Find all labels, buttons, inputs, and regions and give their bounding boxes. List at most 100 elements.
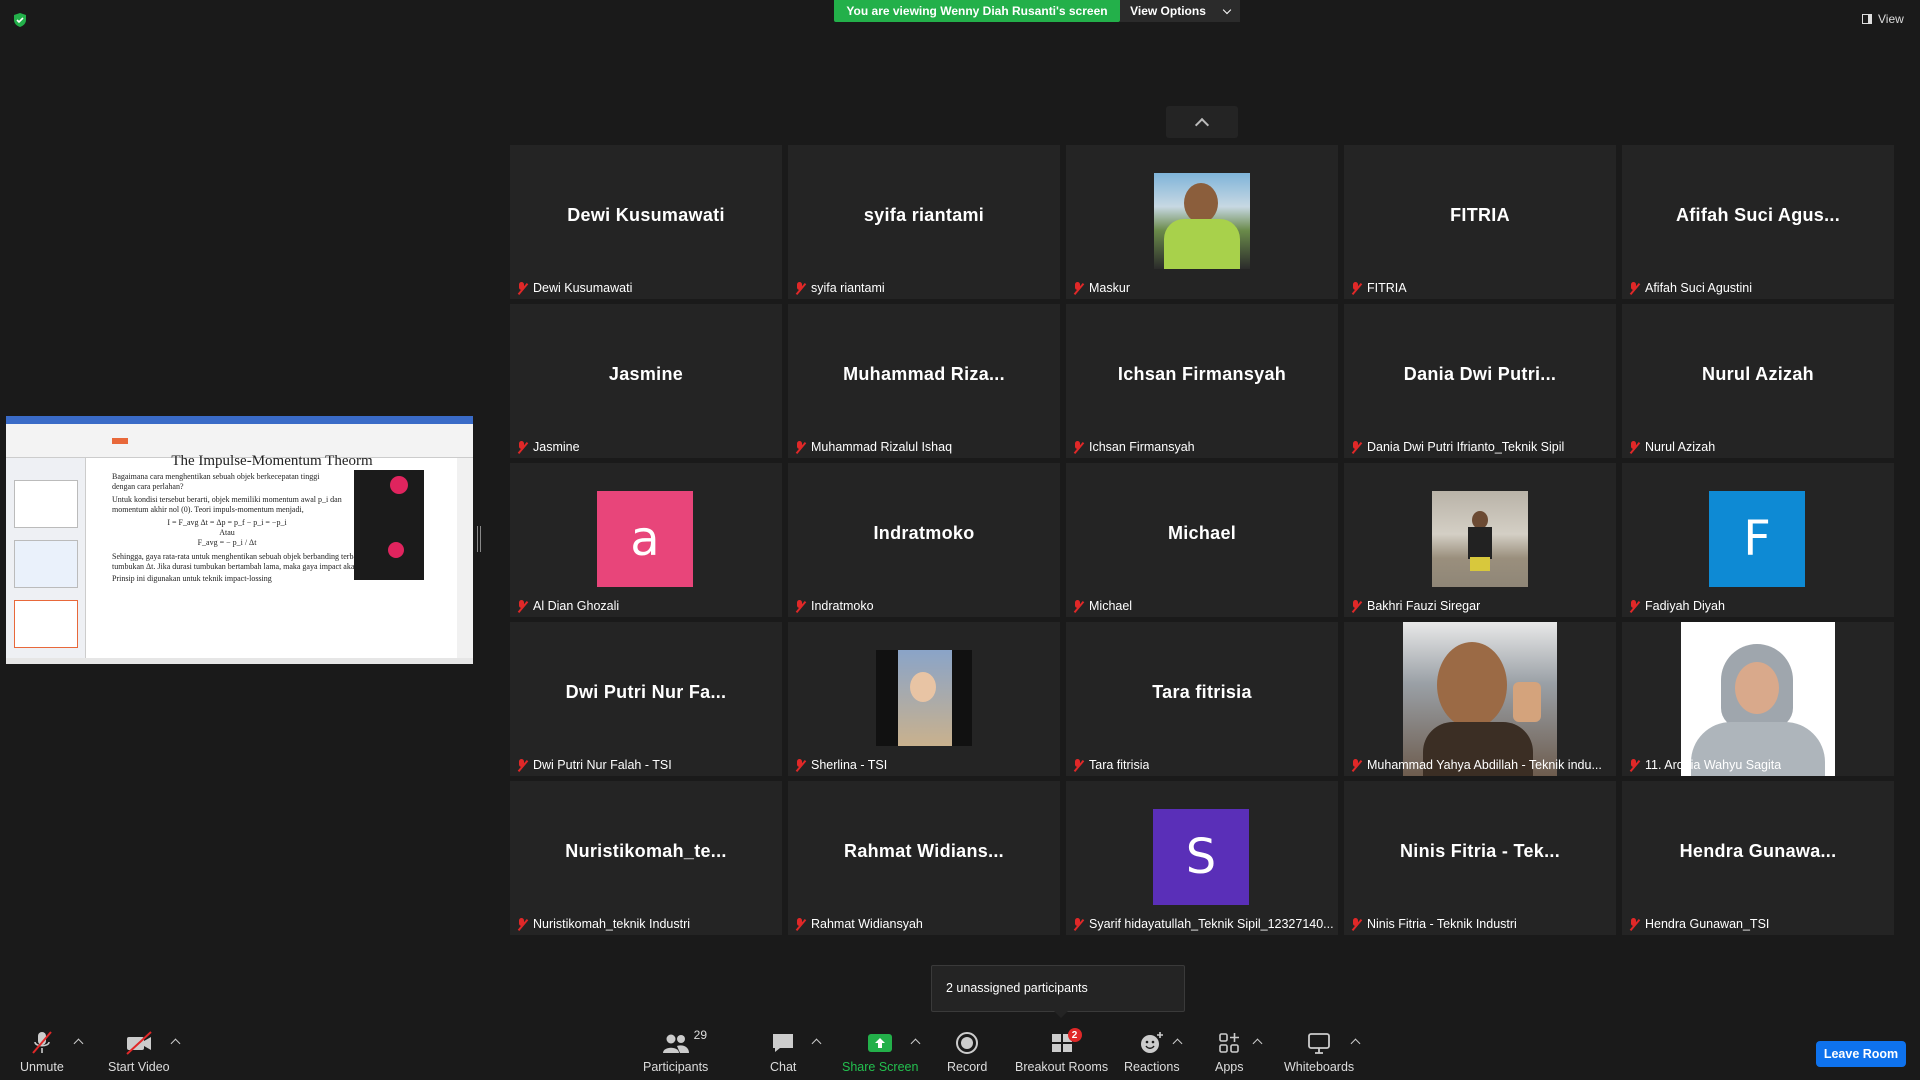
participant-name: Rahmat Widiansyah bbox=[811, 917, 923, 931]
participant-display-name: Jasmine bbox=[608, 364, 684, 384]
participant-tile[interactable]: Rahmat Widians... Rahmat Widiansyah bbox=[788, 781, 1060, 935]
participant-name: Fadiyah Diyah bbox=[1645, 599, 1725, 613]
shared-screen[interactable]: The Impulse-Momentum Theorm Bagaimana ca… bbox=[6, 416, 473, 664]
participant-display-name: Ichsan Firmansyah bbox=[1117, 364, 1287, 384]
participant-tile[interactable]: Indratmoko Indratmoko bbox=[788, 463, 1060, 617]
participant-tile[interactable]: Tara fitrisia Tara fitrisia bbox=[1066, 622, 1338, 776]
participant-tile[interactable]: Sherlina - TSI bbox=[788, 622, 1060, 776]
participant-tile[interactable]: Dwi Putri Nur Fa... Dwi Putri Nur Falah -… bbox=[510, 622, 782, 776]
whiteboard-icon bbox=[1306, 1030, 1332, 1056]
unmute-button[interactable]: Unmute bbox=[20, 1030, 64, 1074]
participants-button[interactable]: 29 Participants bbox=[643, 1028, 708, 1074]
participant-name-label: Syarif hidayatullah_Teknik Sipil_1232714… bbox=[1072, 915, 1334, 933]
participant-tile[interactable]: syifa riantami syifa riantami bbox=[788, 145, 1060, 299]
participant-name-label: Nurul Azizah bbox=[1628, 438, 1715, 456]
viewing-screen-banner: You are viewing Wenny Diah Rusanti's scr… bbox=[834, 0, 1120, 22]
chevron-up-icon bbox=[1194, 117, 1210, 133]
chat-button[interactable]: Chat bbox=[770, 1030, 796, 1074]
slide-thumbnails bbox=[6, 458, 86, 658]
view-button[interactable]: View bbox=[1862, 12, 1904, 26]
muted-mic-icon bbox=[1350, 758, 1362, 772]
participant-tile[interactable]: Nurul Azizah Nurul Azizah bbox=[1622, 304, 1894, 458]
participant-tile[interactable]: a Al Dian Ghozali bbox=[510, 463, 782, 617]
reactions-icon bbox=[1139, 1030, 1165, 1056]
participant-name-label: Dwi Putri Nur Falah - TSI bbox=[516, 756, 672, 774]
breakout-rooms-button[interactable]: 2 Breakout Rooms bbox=[1015, 1028, 1109, 1074]
whiteboards-button[interactable]: Whiteboards bbox=[1284, 1030, 1354, 1074]
slide-title: The Impulse-Momentum Theorm bbox=[171, 453, 373, 469]
participant-video bbox=[1432, 491, 1528, 587]
apps-button[interactable]: Apps bbox=[1215, 1030, 1244, 1074]
participant-name-label: Ichsan Firmansyah bbox=[1072, 438, 1195, 456]
view-options-button[interactable]: View Options bbox=[1120, 0, 1240, 22]
participant-tile[interactable]: Nuristikomah_te... Nuristikomah_teknik In… bbox=[510, 781, 782, 935]
participant-tile[interactable]: Dewi Kusumawati Dewi Kusumawati bbox=[510, 145, 782, 299]
participant-tile[interactable]: Ichsan Firmansyah Ichsan Firmansyah bbox=[1066, 304, 1338, 458]
participant-tile[interactable]: Dania Dwi Putri... Dania Dwi Putri Ifrian… bbox=[1344, 304, 1616, 458]
participant-name: Tara fitrisia bbox=[1089, 758, 1150, 772]
participant-name-label: Hendra Gunawan_TSI bbox=[1628, 915, 1769, 933]
participant-tile[interactable]: Jasmine Jasmine bbox=[510, 304, 782, 458]
reactions-button[interactable]: Reactions bbox=[1124, 1030, 1180, 1074]
participant-tile[interactable]: FITRIA FITRIA bbox=[1344, 145, 1616, 299]
participant-name: Sherlina - TSI bbox=[811, 758, 888, 772]
record-button[interactable]: Record bbox=[947, 1030, 987, 1074]
participant-name: Maskur bbox=[1089, 281, 1130, 295]
muted-mic-icon bbox=[1628, 758, 1640, 772]
muted-mic-icon bbox=[516, 281, 528, 295]
participant-name: Hendra Gunawan_TSI bbox=[1645, 917, 1770, 931]
slide-equation: F_avg = − p_i / Δt bbox=[197, 538, 257, 547]
participant-tile[interactable]: 11. Ardhia Wahyu Sagita bbox=[1622, 622, 1894, 776]
breakout-rooms-label: Breakout Rooms bbox=[1015, 1060, 1109, 1074]
participant-tile[interactable]: F Fadiyah Diyah bbox=[1622, 463, 1894, 617]
participant-name-label: Dania Dwi Putri Ifrianto_Teknik Sipil bbox=[1350, 438, 1564, 456]
view-label: View bbox=[1878, 12, 1904, 26]
participant-name-label: Muhammad Rizalul Ishaq bbox=[794, 438, 952, 456]
participant-video bbox=[1403, 622, 1557, 776]
record-label: Record bbox=[947, 1060, 988, 1074]
muted-mic-icon bbox=[1628, 917, 1640, 931]
participant-name: Bakhri Fauzi Siregar bbox=[1367, 599, 1481, 613]
muted-mic-icon bbox=[1350, 917, 1362, 931]
leave-room-button[interactable]: Leave Room bbox=[1816, 1041, 1906, 1067]
chevron-down-icon bbox=[1222, 5, 1232, 14]
muted-mic-icon bbox=[794, 599, 806, 613]
slide-thumbnail bbox=[14, 480, 78, 528]
participant-video bbox=[1681, 622, 1835, 776]
participant-tile[interactable]: Muhammad Riza... Muhammad Rizalul Ishaq bbox=[788, 304, 1060, 458]
participant-display-name: Michael bbox=[1167, 523, 1237, 543]
muted-mic-icon bbox=[1072, 281, 1084, 295]
participant-name-label: Al Dian Ghozali bbox=[516, 597, 619, 615]
participant-name: FITRIA bbox=[1367, 281, 1407, 295]
resize-handle[interactable] bbox=[477, 526, 481, 552]
chat-label: Chat bbox=[770, 1060, 797, 1074]
slide-content: The Impulse-Momentum Theorm Bagaimana ca… bbox=[102, 453, 442, 658]
participant-tile[interactable]: Muhammad Yahya Abdillah - Teknik indu... bbox=[1344, 622, 1616, 776]
participant-tile[interactable]: Bakhri Fauzi Siregar bbox=[1344, 463, 1616, 617]
participant-tile[interactable]: Ninis Fitria - Tek... Ninis Fitria - Tekn… bbox=[1344, 781, 1616, 935]
shared-app-tabs bbox=[6, 416, 473, 424]
participant-name: Dania Dwi Putri Ifrianto_Teknik Sipil bbox=[1367, 440, 1565, 454]
participant-tile[interactable]: Afifah Suci Agus... Afifah Suci Agustini bbox=[1622, 145, 1894, 299]
security-shield-icon[interactable] bbox=[12, 12, 28, 28]
participant-tile[interactable]: Hendra Gunawa... Hendra Gunawan_TSI bbox=[1622, 781, 1894, 935]
slide-thumbnail bbox=[14, 600, 78, 648]
start-video-button[interactable]: Start Video bbox=[108, 1030, 170, 1074]
muted-mic-icon bbox=[794, 758, 806, 772]
participant-display-name: Ninis Fitria - Tek... bbox=[1400, 841, 1560, 861]
participant-display-name: Muhammad Riza... bbox=[843, 364, 1005, 384]
participant-name-label: Jasmine bbox=[516, 438, 580, 456]
participant-display-name: Dania Dwi Putri... bbox=[1403, 364, 1557, 384]
scroll-up-button[interactable] bbox=[1166, 106, 1238, 138]
slide-equation-or: Atau bbox=[219, 528, 235, 537]
participant-tile[interactable]: Michael Michael bbox=[1066, 463, 1338, 617]
participant-tile[interactable]: Maskur bbox=[1066, 145, 1338, 299]
share-screen-button[interactable]: Share Screen bbox=[842, 1030, 918, 1074]
participant-tile[interactable]: S Syarif hidayatullah_Teknik Sipil_123271… bbox=[1066, 781, 1338, 935]
apps-icon bbox=[1217, 1030, 1241, 1056]
participant-name-label: Afifah Suci Agustini bbox=[1628, 279, 1752, 297]
participant-name: Nurul Azizah bbox=[1645, 440, 1716, 454]
participant-name: Michael bbox=[1089, 599, 1133, 613]
slide-bullet: Bagaimana cara menghentikan sebuah objek… bbox=[112, 472, 320, 491]
participant-name: Afifah Suci Agustini bbox=[1645, 281, 1753, 295]
